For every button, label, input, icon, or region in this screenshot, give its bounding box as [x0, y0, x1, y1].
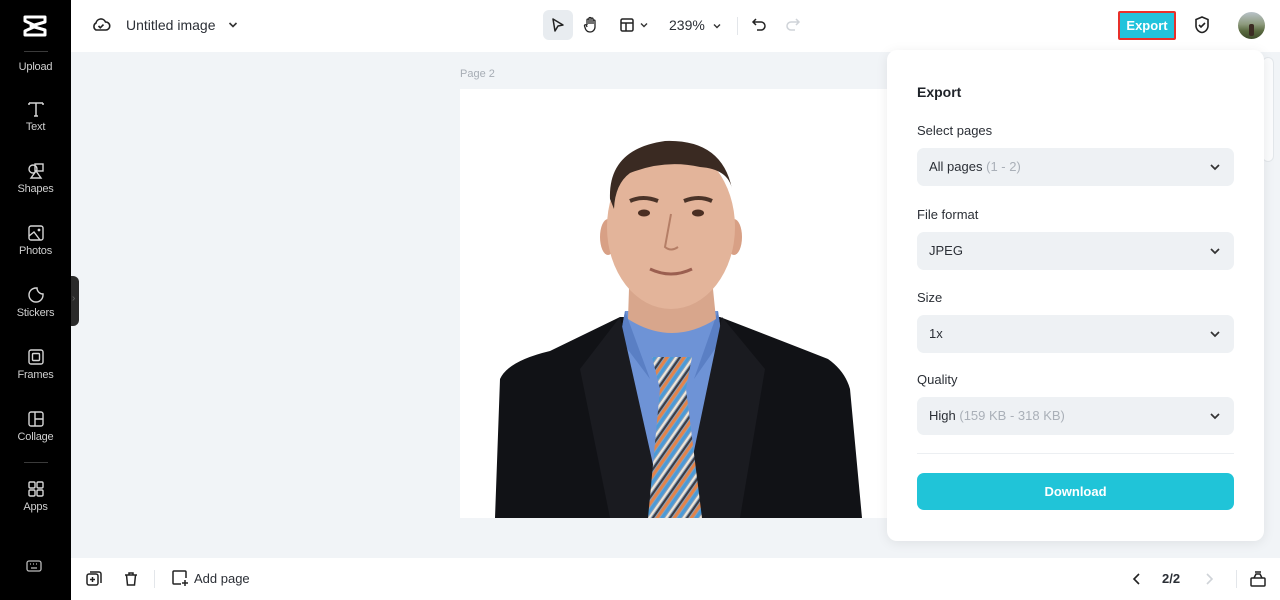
- add-page-label: Add page: [194, 570, 250, 586]
- sidebar-item-label: Apps: [23, 501, 48, 513]
- panel-divider: [917, 453, 1234, 454]
- zoom-level[interactable]: 239%: [669, 17, 705, 33]
- document-title[interactable]: Untitled image: [126, 17, 216, 33]
- next-page-button[interactable]: [1202, 571, 1216, 587]
- file-format-dropdown[interactable]: JPEG: [917, 232, 1234, 270]
- sidebar-item-label: Shapes: [17, 183, 54, 195]
- add-page-icon: [172, 570, 188, 586]
- select-tool-button[interactable]: [543, 10, 573, 40]
- left-sidebar: Upload Text Shapes Photos Stickers Frame…: [0, 0, 71, 600]
- layout-tool-button[interactable]: [614, 10, 654, 40]
- quality-hint: (159 KB - 318 KB): [959, 408, 1065, 423]
- shapes-icon: [27, 163, 44, 179]
- previous-page-button[interactable]: [1130, 571, 1144, 587]
- redo-button[interactable]: [780, 10, 806, 40]
- chevron-down-icon[interactable]: [712, 21, 722, 31]
- file-format-value: JPEG: [929, 243, 963, 258]
- undo-button[interactable]: [746, 10, 772, 40]
- select-pages-hint: (1 - 2): [986, 159, 1021, 174]
- keyboard-shortcuts-button[interactable]: [24, 558, 44, 579]
- portrait-photo[interactable]: [460, 89, 888, 518]
- collage-icon: [27, 411, 44, 427]
- bottombar-divider: [154, 570, 155, 588]
- redo-icon: [786, 18, 801, 31]
- export-button[interactable]: Export: [1118, 11, 1176, 40]
- chevron-down-icon: [1210, 248, 1220, 255]
- sidebar-item-shapes[interactable]: Shapes: [0, 162, 71, 195]
- sidebar-item-upload[interactable]: Upload: [0, 61, 71, 73]
- sidebar-collapse-handle[interactable]: ›: [71, 276, 79, 326]
- duplicate-page-icon[interactable]: [85, 570, 103, 588]
- page-manager-icon[interactable]: [1249, 570, 1267, 588]
- quality-value: High: [929, 408, 956, 423]
- user-avatar[interactable]: [1238, 12, 1265, 39]
- sidebar-item-label: Text: [25, 121, 46, 133]
- chevron-down-icon[interactable]: [227, 19, 239, 31]
- sidebar-item-frames[interactable]: Frames: [0, 348, 71, 381]
- top-toolbar: Untitled image 239% Export: [71, 0, 1280, 52]
- sidebar-item-label: Stickers: [16, 307, 55, 319]
- export-panel-title: Export: [917, 84, 962, 100]
- trash-icon[interactable]: [122, 570, 140, 588]
- cursor-icon: [552, 18, 564, 32]
- chevron-down-icon: [1210, 413, 1220, 420]
- size-dropdown[interactable]: 1x: [917, 315, 1234, 353]
- apps-icon: [27, 481, 44, 497]
- sidebar-item-label: Photos: [18, 245, 53, 257]
- chevron-down-icon: [1210, 331, 1220, 338]
- quality-label: Quality: [917, 372, 958, 387]
- sidebar-item-collage[interactable]: Collage: [0, 410, 71, 443]
- sidebar-item-label: Frames: [17, 369, 54, 381]
- bottombar-divider: [1236, 570, 1237, 588]
- size-label: Size: [917, 290, 943, 305]
- sidebar-item-apps[interactable]: Apps: [0, 480, 71, 513]
- sidebar-item-label: Collage: [17, 431, 54, 443]
- select-pages-dropdown[interactable]: All pages (1 - 2): [917, 148, 1234, 186]
- download-button[interactable]: Download: [917, 473, 1234, 510]
- quality-dropdown[interactable]: High (159 KB - 318 KB): [917, 397, 1234, 435]
- chevron-right-icon: ›: [72, 293, 76, 304]
- chevron-down-icon: [640, 23, 648, 28]
- toolbar-divider: [737, 17, 738, 35]
- sidebar-item-label: Upload: [18, 61, 53, 73]
- sidebar-divider: [24, 462, 48, 463]
- page-label: Page 2: [460, 68, 495, 80]
- sidebar-divider: [24, 51, 48, 52]
- sticker-icon: [27, 287, 44, 303]
- select-pages-value: All pages: [929, 159, 983, 174]
- bottom-toolbar: Add page 2/2: [71, 558, 1280, 600]
- shield-check-icon[interactable]: [1192, 15, 1212, 35]
- photo-icon: [27, 225, 44, 241]
- frame-icon: [27, 349, 44, 365]
- export-panel: Export Select pages All pages (1 - 2) Fi…: [887, 50, 1264, 541]
- capcut-logo-icon: [23, 15, 47, 37]
- page-canvas[interactable]: [460, 89, 888, 518]
- cloud-saved-icon[interactable]: [91, 15, 111, 35]
- chevron-down-icon: [1210, 164, 1220, 171]
- add-page-button[interactable]: Add page: [171, 569, 250, 587]
- size-value: 1x: [929, 326, 943, 341]
- page-indicator: 2/2: [1162, 571, 1181, 586]
- sidebar-item-stickers[interactable]: Stickers: [0, 286, 71, 319]
- sidebar-item-text[interactable]: Text: [0, 100, 71, 133]
- layout-icon: [620, 18, 634, 32]
- keyboard-icon: [26, 560, 42, 572]
- select-pages-label: Select pages: [917, 123, 993, 138]
- hand-tool-button[interactable]: [576, 10, 606, 40]
- text-icon: [27, 102, 44, 117]
- hand-icon: [583, 16, 596, 33]
- file-format-label: File format: [917, 207, 979, 222]
- sidebar-item-photos[interactable]: Photos: [0, 224, 71, 257]
- undo-icon: [751, 18, 766, 31]
